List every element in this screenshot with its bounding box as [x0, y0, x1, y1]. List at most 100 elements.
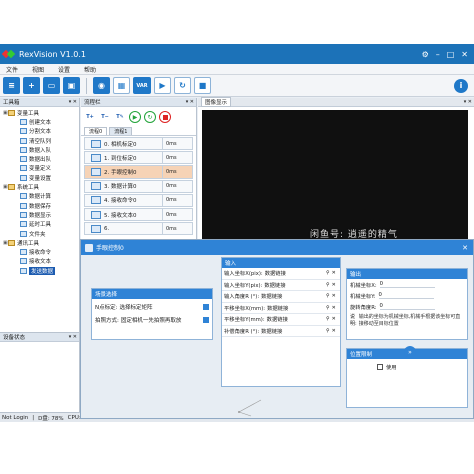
list-view-button[interactable]: ≡ [3, 77, 20, 94]
tool-icon [20, 258, 27, 265]
flow-step[interactable]: 6. 0ms [84, 222, 193, 236]
toolbox-item-label: 数据保存 [29, 203, 52, 210]
pin-icon[interactable]: ▾ ✕ [69, 334, 77, 340]
window-title: RexVision V1.0.1 [19, 49, 86, 59]
toolbox-item[interactable]: 分割文本 [0, 127, 79, 136]
link-icon[interactable]: ⚲ [326, 282, 330, 288]
toolbox-item[interactable]: 文件夹 [0, 229, 79, 238]
toolbox-item[interactable]: 变量定义 [0, 164, 79, 173]
pin-icon[interactable]: ▾ ✕ [69, 99, 77, 105]
input-value: 数据链接 [261, 328, 283, 335]
input-row[interactable]: 补偿角度R (°): 数据链接 ⚲ ✕ [222, 326, 340, 337]
output-box: 输出 机械坐标X: 0 机械坐标Y: 0 旋转角度R: 0 说明: 输出的坐标为机械坐标,… [346, 268, 468, 340]
flow-step[interactable]: 3. 数据计算0 0ms [84, 179, 193, 193]
run-once-button[interactable]: ▶ [154, 77, 171, 94]
toolbox-item[interactable]: 延时工具 [0, 220, 79, 229]
link-icon[interactable]: ⚲ [326, 316, 330, 322]
toolbox-item[interactable]: 数据保存 [0, 201, 79, 210]
checkbox-icon[interactable] [377, 364, 383, 370]
toolbox-item[interactable]: 变量设置 [0, 173, 79, 182]
image-display-tab[interactable]: 图像显示 [201, 97, 232, 107]
flow-step[interactable]: 1. 到位标定0 0ms [84, 151, 193, 165]
flow-step[interactable]: 2. 手眼控制0 0ms [84, 165, 193, 179]
note-text: 输出的坐标为机械坐标,机械手根据该坐标可直接移动至目标位置 [358, 314, 461, 327]
tab-flow0[interactable]: 流程0 [84, 127, 108, 135]
dialog-close-icon[interactable]: ✕ [462, 244, 468, 252]
toolbox-item[interactable]: 接收命令 [0, 247, 79, 256]
info-icon[interactable]: i [454, 78, 468, 93]
input-row[interactable]: 输入坐标X(pix): 数据链接 ⚲ ✕ [222, 268, 340, 280]
link-icon[interactable]: ⚲ [326, 305, 330, 311]
loop-flow-button[interactable]: ↻ [144, 111, 156, 123]
toolbox-item[interactable]: 创建文本 [0, 117, 79, 126]
stop-button[interactable]: ■ [194, 77, 211, 94]
input-row[interactable]: 平移坐标X(mm): 数据链接 ⚲ ✕ [222, 303, 340, 314]
unlink-icon[interactable]: ✕ [332, 282, 336, 288]
scene-row[interactable]: N点标定: 选择标定矩阵 [92, 302, 212, 312]
link-icon[interactable]: ⚲ [326, 328, 330, 334]
toolbox-item[interactable]: 数据出队 [0, 154, 79, 163]
use-limit-checkbox[interactable]: 使用 [347, 359, 467, 371]
toolbox-item[interactable]: 数据计算 [0, 192, 79, 201]
remove-flow-icon[interactable]: T− [99, 111, 111, 123]
tool-icon [20, 230, 27, 237]
collapse-arrow-button[interactable]: » [404, 346, 416, 358]
toolbox-item-label: 变量工具 [17, 110, 40, 117]
input-row[interactable]: 输入角度R (°): 数据链接 ⚲ ✕ [222, 291, 340, 303]
pin-icon[interactable]: ▾ ✕ [464, 99, 472, 105]
rexvision-logo-icon [1, 49, 16, 59]
status-divider: | [32, 414, 35, 421]
tab-flow1[interactable]: 流程1 [109, 127, 133, 135]
settings-gear-icon[interactable]: ⚙ [422, 50, 429, 59]
save-button[interactable]: ▣ [63, 77, 80, 94]
stop-flow-button[interactable] [159, 111, 171, 123]
step-icon [91, 210, 101, 219]
output-value: 0 [379, 281, 435, 288]
input-row[interactable]: 输入坐标Y(pix): 数据链接 ⚲ ✕ [222, 280, 340, 291]
menu-file[interactable]: 文件 [6, 65, 18, 74]
variable-button[interactable]: VAR [133, 77, 151, 94]
link-icon[interactable]: ⚲ [326, 270, 330, 276]
unlink-icon[interactable]: ✕ [332, 305, 336, 311]
input-label: 平移坐标X(mm): [224, 305, 266, 312]
scene-row[interactable]: 拍照方式: 固定相机一先拍照再取放 [92, 315, 212, 325]
toolbox-item[interactable]: 数据显示 [0, 210, 79, 219]
camera-button[interactable]: ◉ [93, 77, 110, 94]
unlink-icon[interactable]: ✕ [332, 293, 336, 299]
toolbox-item[interactable]: 数据入队 [0, 145, 79, 154]
edit-flow-icon[interactable]: T✎ [114, 111, 126, 123]
toolbox-group[interactable]: ▣ 系统工具 [0, 182, 79, 191]
minimize-button[interactable]: – [436, 50, 440, 59]
flow-title: 流程栏 [84, 100, 101, 106]
add-flow-icon[interactable]: T+ [84, 111, 96, 123]
unlink-icon[interactable]: ✕ [332, 328, 336, 334]
open-folder-button[interactable]: ▭ [43, 77, 60, 94]
menu-help[interactable]: 帮助 [84, 65, 96, 74]
input-row[interactable]: 平移坐标Y(mm): 数据链接 ⚲ ✕ [222, 314, 340, 326]
toolbox-item[interactable]: 发送数据 [0, 266, 79, 275]
menu-settings[interactable]: 设置 [58, 65, 70, 74]
unlink-icon[interactable]: ✕ [332, 316, 336, 322]
link-icon[interactable]: ⚲ [326, 293, 330, 299]
scene-value: 选择标定矩阵 [119, 305, 153, 311]
toolbox-group[interactable]: ▣ 变量工具 [0, 108, 79, 117]
step-label: 5. 接收文本0 [104, 212, 137, 219]
run-loop-button[interactable]: ↻ [174, 77, 191, 94]
pin-icon[interactable]: ▾ ✕ [186, 99, 194, 105]
maximize-button[interactable]: □ [447, 50, 455, 59]
unlink-icon[interactable]: ✕ [332, 270, 336, 276]
image-button[interactable]: ▦ [113, 77, 130, 94]
toolbox-item[interactable]: 清空队列 [0, 136, 79, 145]
run-flow-button[interactable]: ▶ [129, 111, 141, 123]
toolbox-item[interactable]: 接收文本 [0, 257, 79, 266]
dropdown-icon[interactable] [203, 317, 209, 323]
menu-view[interactable]: 视图 [32, 65, 44, 74]
step-icon [91, 196, 101, 205]
new-file-button[interactable]: + [23, 77, 40, 94]
dropdown-icon[interactable] [203, 304, 209, 310]
toolbox-group[interactable]: ▣ 通讯工具 [0, 238, 79, 247]
close-button[interactable]: ✕ [461, 50, 468, 59]
flow-step[interactable]: 4. 接收命令0 0ms [84, 193, 193, 207]
flow-step[interactable]: 0. 相机标定0 0ms [84, 137, 193, 151]
flow-step[interactable]: 5. 接收文本0 0ms [84, 207, 193, 222]
